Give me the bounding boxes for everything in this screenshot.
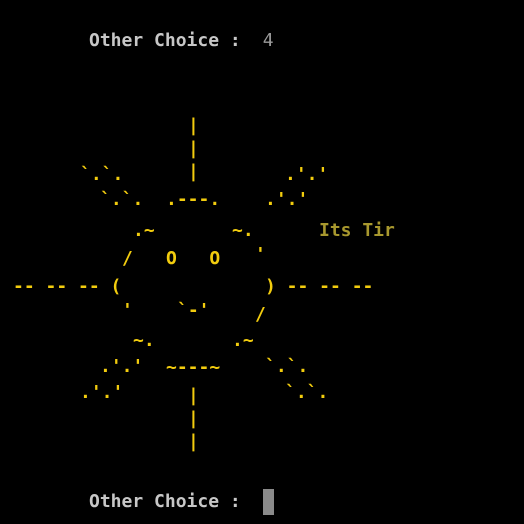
terminal-window[interactable]: Other Choice : 4 | | | `.`. `.`. .'.' .'… <box>0 0 524 524</box>
art-top-ray-3: | <box>188 161 199 182</box>
art-brow-left: .~ <box>133 220 155 241</box>
art-top-ray-1: | <box>188 115 199 136</box>
sun-ascii-art: | | | `.`. `.`. .'.' .'.' .---. .~ ~. / … <box>13 115 373 452</box>
art-chin-right: / <box>255 304 266 325</box>
art-bottom-ray-1: | <box>188 385 199 406</box>
art-top-ray-2: | <box>188 138 199 159</box>
art-diag-bottom-left: .'.' <box>100 356 143 377</box>
art-base: ~---~ <box>166 357 220 378</box>
art-diag-bottom-right-2: `.`. <box>285 382 328 403</box>
art-chin-left: ' <box>122 300 133 321</box>
art-diag-bottom-right: `.`. <box>265 356 308 377</box>
art-diag-bottom-left-2: .'.' <box>80 382 123 403</box>
prompt-line-active[interactable]: Other Choice : <box>89 489 274 515</box>
text-cursor[interactable] <box>262 489 274 515</box>
art-diag-top-right-2: .'.' <box>265 189 308 210</box>
art-head-top: .---. <box>166 189 220 210</box>
art-jaw-left: ~. <box>133 330 155 351</box>
art-right-ray: ) -- -- -- <box>265 276 373 297</box>
art-cheek-right: ' <box>255 244 266 265</box>
art-mouth: `-' <box>177 300 210 321</box>
art-diag-top-left-2: `.`. <box>100 189 143 210</box>
art-eyes: O O <box>166 248 220 269</box>
art-left-ray: -- -- -- ( <box>13 276 121 297</box>
art-cheek-left: / <box>122 248 133 269</box>
art-diag-top-left: `.`. <box>80 164 123 185</box>
art-jaw-right: .~ <box>232 330 254 351</box>
art-diag-top-right: .'.' <box>285 164 328 185</box>
art-bottom-ray-2: | <box>188 408 199 429</box>
prompt-label: Other Choice : <box>89 491 241 512</box>
art-bottom-ray-3: | <box>188 431 199 452</box>
art-caption: Its Tir <box>319 220 395 241</box>
art-brow-right: ~. <box>232 220 254 241</box>
